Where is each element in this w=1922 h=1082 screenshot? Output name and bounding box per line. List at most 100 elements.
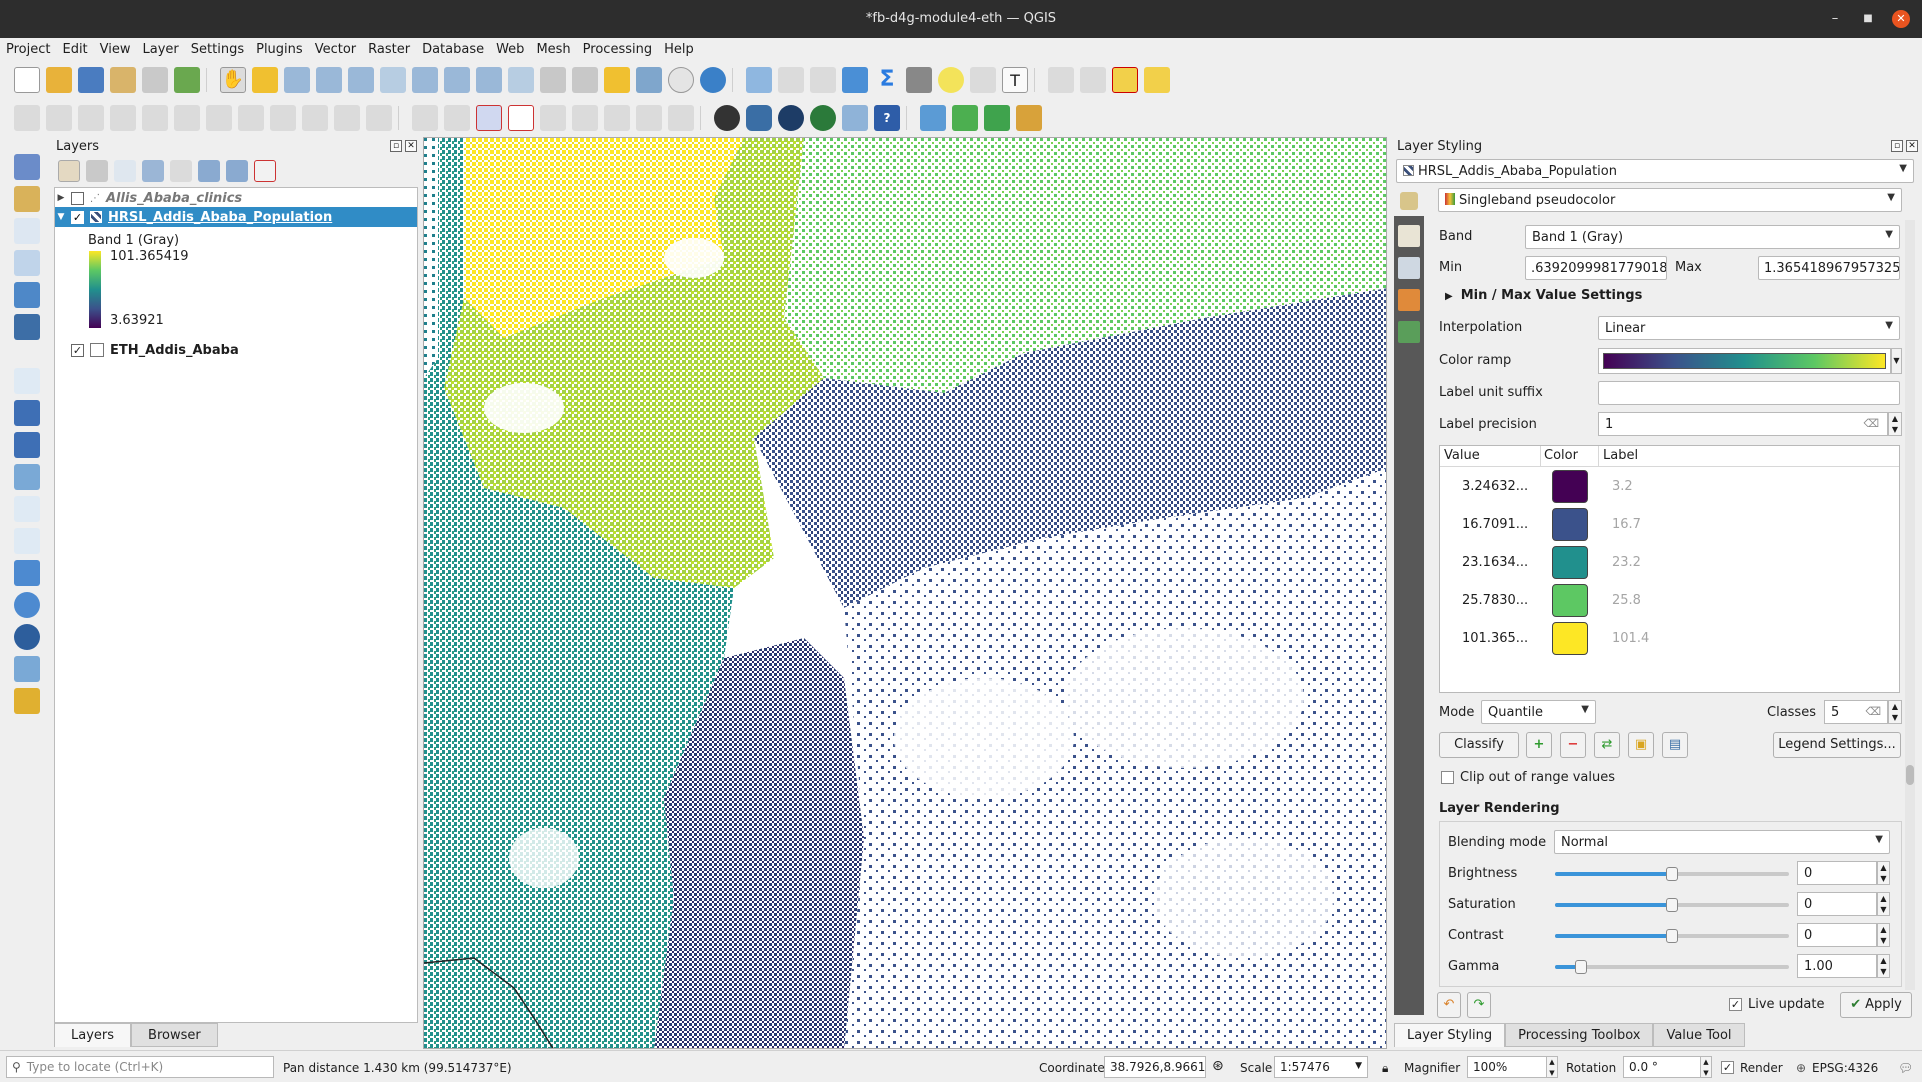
modify-attributes-icon[interactable] [174,105,200,131]
style-manager-icon[interactable] [174,67,200,93]
messages-icon[interactable]: 💬︎ [1898,1061,1913,1075]
lock-scale-icon[interactable]: 🔒︎ [1382,1061,1388,1076]
redo-style-icon[interactable]: ↷ [1467,992,1491,1018]
magnifier-spinbox[interactable]: 100% [1467,1056,1547,1078]
digitize-icon[interactable] [110,105,136,131]
scrollbar-thumb[interactable] [1906,765,1914,785]
zoom-in-icon[interactable] [284,67,310,93]
zoom-full-icon[interactable] [348,67,374,93]
add-postgis-icon[interactable] [14,464,40,490]
python-console-icon[interactable] [746,105,772,131]
select-location-icon[interactable] [1144,67,1170,93]
slider-handle[interactable] [1575,960,1587,974]
help-icon[interactable]: ? [874,105,900,131]
bookmark-icon[interactable] [604,67,630,93]
classes-stepper[interactable]: ▲ ▼ [1888,700,1902,724]
load-color-map-icon[interactable]: ▣ [1628,732,1654,758]
max-input[interactable]: 1.365418967957325 [1758,256,1900,280]
current-edits-icon[interactable] [14,105,40,131]
remove-class-icon[interactable]: − [1560,732,1586,758]
class-color-swatch[interactable] [1552,546,1588,579]
select-by-value-icon[interactable] [1080,67,1106,93]
gamma-stepper[interactable]: ▲ ▼ [1877,954,1890,978]
add-raster-icon[interactable] [14,400,40,426]
mode-combo[interactable]: Quantile ▼ [1481,700,1596,724]
class-color-swatch[interactable] [1552,584,1588,617]
undo-icon[interactable] [334,105,360,131]
menu-vector[interactable]: Vector [315,42,356,57]
contrast-stepper[interactable]: ▲ ▼ [1877,923,1890,947]
map-tips-icon[interactable] [938,67,964,93]
add-wcs-icon[interactable] [14,624,40,650]
apply-button[interactable]: ✔ Apply [1840,992,1912,1018]
vertex-tool-icon[interactable] [142,105,168,131]
saturation-slider[interactable] [1555,898,1789,912]
precision-spinbox[interactable]: 1 ⌫ [1598,412,1888,436]
add-group-icon[interactable] [86,160,108,182]
history-icon[interactable] [1398,321,1420,343]
menu-processing[interactable]: Processing [583,42,652,57]
label-tool-icon[interactable] [412,105,438,131]
close-panel-icon[interactable]: ✕ [1906,140,1918,152]
symbology-icon[interactable] [1398,225,1420,247]
identify-icon[interactable] [746,67,772,93]
min-input[interactable]: .6392099981779018 [1525,256,1667,280]
save-project-icon[interactable] [78,67,104,93]
histogram-icon[interactable] [1398,289,1420,311]
tab-layer-styling[interactable]: Layer Styling [1394,1023,1506,1047]
transparency-icon[interactable] [1398,257,1420,279]
attribute-table-icon[interactable] [778,67,804,93]
new-print-layout-icon[interactable] [110,67,136,93]
locator-search-input[interactable]: ⚲ Type to locate (Ctrl+K) [6,1056,274,1078]
remove-layer-icon[interactable] [254,160,276,182]
maximize-button[interactable]: ■ [1859,10,1877,28]
menu-plugins[interactable]: Plugins [256,42,303,57]
new-project-icon[interactable] [14,67,40,93]
zoom-next-icon[interactable] [508,67,534,93]
classify-button[interactable]: Classify [1439,732,1519,758]
table-row[interactable]: 101.365... 101.4 [1440,618,1899,656]
brightness-slider[interactable] [1555,867,1789,881]
coordinate-field[interactable]: 38.7926,8.9661 [1104,1056,1206,1078]
info-plugin-icon[interactable] [810,105,836,131]
undo-style-icon[interactable]: ↶ [1437,992,1461,1018]
legend-settings-button[interactable]: Legend Settings... [1773,732,1901,758]
color-ramp-button[interactable] [1598,348,1891,374]
change-label-icon[interactable] [668,105,694,131]
tab-processing-toolbox[interactable]: Processing Toolbox [1505,1023,1654,1047]
new-3d-view-icon[interactable] [572,67,598,93]
slider-handle[interactable] [1666,929,1678,943]
contrast-spinbox[interactable]: 0 [1797,923,1877,947]
collapse-all-icon[interactable] [226,160,248,182]
menu-help[interactable]: Help [664,42,694,57]
float-panel-icon[interactable]: ▫ [1891,140,1903,152]
add-spatialite-icon[interactable] [14,282,40,308]
layer-visibility-checkbox[interactable] [71,191,84,205]
menu-web[interactable]: Web [496,42,524,57]
pan-hand-icon[interactable]: ✋ [220,67,246,93]
cut-features-icon[interactable] [238,105,264,131]
add-arcgis-icon[interactable] [14,688,40,714]
field-calculator-icon[interactable] [810,67,836,93]
georeferencer-icon[interactable] [842,105,868,131]
table-row[interactable]: 25.7830... 25.8 [1440,580,1899,618]
quickmapservices-icon[interactable] [920,105,946,131]
suffix-input[interactable] [1598,381,1900,405]
reload-classes-icon[interactable]: ⇄ [1594,732,1620,758]
add-mssql-icon[interactable] [14,496,40,522]
temporal-icon[interactable] [668,67,694,93]
deselect-icon[interactable] [1112,67,1138,93]
class-color-swatch[interactable] [1552,470,1588,503]
slider-handle[interactable] [1666,898,1678,912]
layer-labeling-icon[interactable] [476,105,502,131]
menu-project[interactable]: Project [6,42,50,57]
add-vector-layer-icon[interactable] [14,218,40,244]
statistics-sigma-icon[interactable]: Σ [874,67,900,93]
interpolation-combo[interactable]: Linear ▼ [1598,316,1900,340]
search-plugin-icon[interactable] [984,105,1010,131]
move-label-icon[interactable] [604,105,630,131]
add-wfs-icon[interactable] [14,656,40,682]
crs-label[interactable]: EPSG:4326 [1812,1061,1878,1075]
minimize-button[interactable]: – [1826,10,1844,28]
layer-visibility-checkbox[interactable]: ✓ [71,343,84,357]
